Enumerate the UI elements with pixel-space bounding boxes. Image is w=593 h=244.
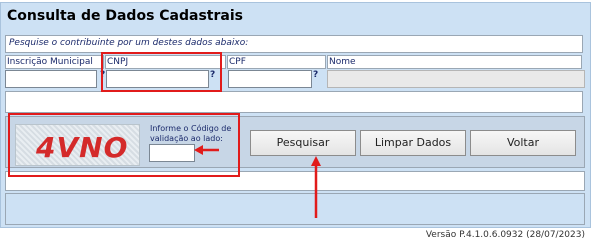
annotation-arrows	[194, 145, 321, 218]
arrow-to-captcha-input	[194, 145, 219, 155]
version-text: Versão P.4.1.0.6.0932 (28/07/2023)	[425, 230, 585, 240]
arrow-to-search-button	[311, 156, 321, 218]
